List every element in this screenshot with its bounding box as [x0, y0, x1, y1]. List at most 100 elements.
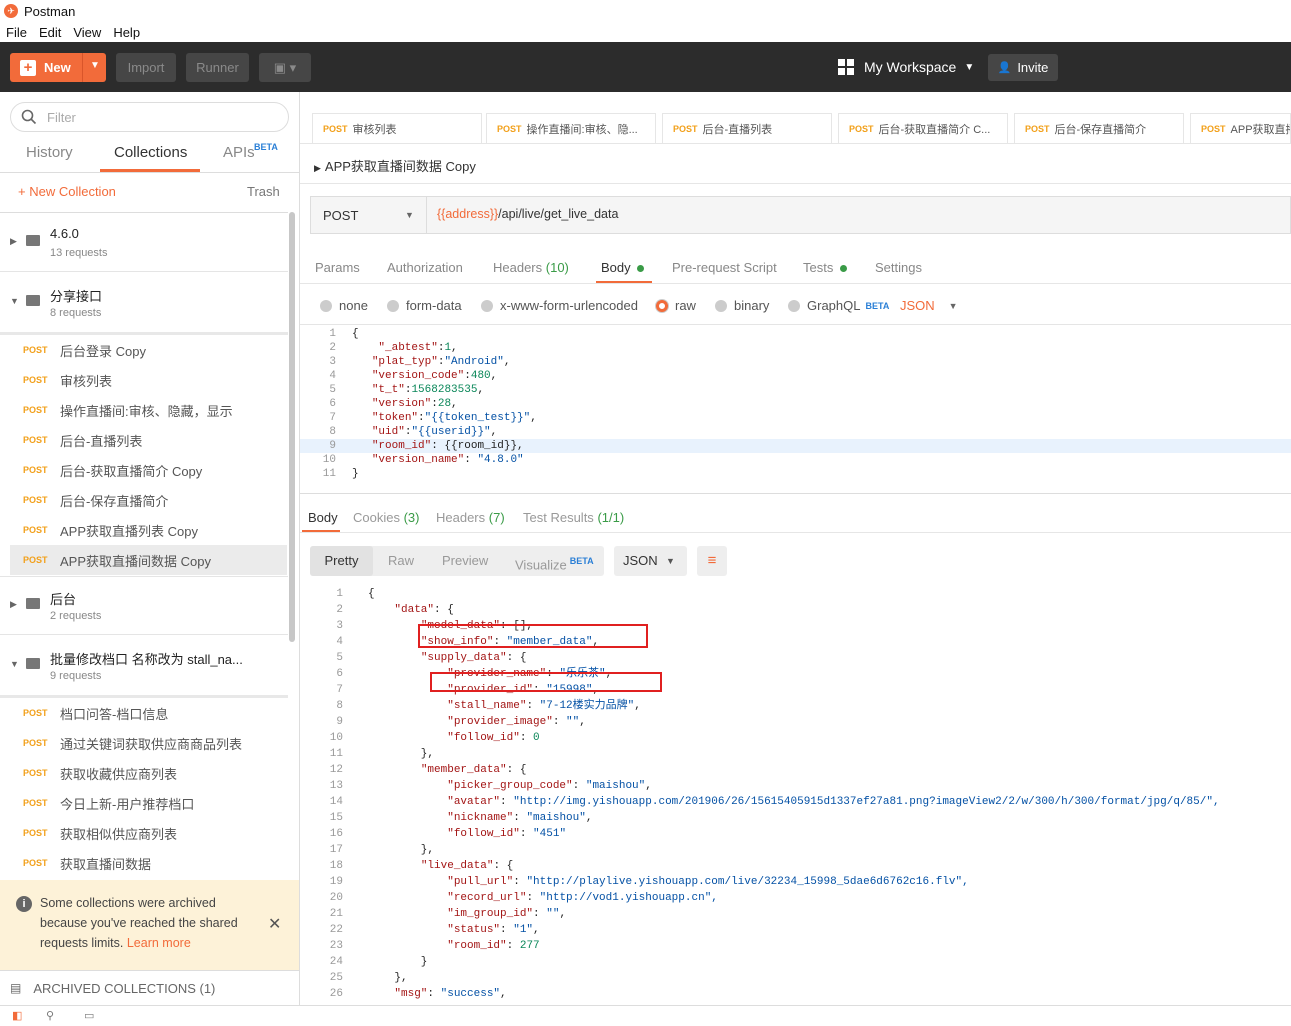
collection-folder[interactable]: ▼ 批量修改档口 名称改为 stall_na... 9 requests	[0, 637, 288, 695]
code-line: 3 "plat_typ":"Android",	[329, 356, 511, 368]
learn-more-link[interactable]: Learn more	[127, 936, 191, 950]
sidebar: Filter History Collections APIs BETA + N…	[0, 92, 300, 1005]
tab-tests[interactable]: Tests	[803, 260, 847, 275]
radio-graphql[interactable]: GraphQL BETA	[788, 298, 889, 313]
close-icon[interactable]: ✕	[268, 914, 281, 934]
request-item[interactable]: POST 后台登录 Copy	[10, 335, 287, 365]
code-line: 18 "live_data": {	[329, 860, 514, 872]
chevron-right-icon: ▶	[314, 163, 321, 173]
request-item[interactable]: POST APP获取直播列表 Copy	[10, 515, 287, 545]
sidebar-tabs: History Collections APIs BETA	[0, 142, 300, 174]
code-line: 10 "version_name": "4.8.0"	[322, 454, 524, 466]
request-tab[interactable]: POST 后台-获取直播简介 C...	[838, 113, 1008, 143]
trash-link[interactable]: Trash	[247, 184, 280, 199]
archived-collections[interactable]: ▤ ARCHIVED COLLECTIONS (1)	[0, 970, 299, 1005]
collection-folder[interactable]: ▼ 分享接口 8 requests	[0, 274, 288, 332]
code-line: 25 },	[329, 972, 408, 984]
menu-edit[interactable]: Edit	[39, 25, 61, 40]
collection-folder[interactable]: ▶ 4.6.0 13 requests	[0, 214, 288, 272]
radio-raw[interactable]: raw	[656, 298, 696, 313]
tab-prerequest[interactable]: Pre-request Script	[672, 260, 777, 275]
format-select[interactable]: JSON ▼	[900, 298, 958, 313]
tab-apis[interactable]: APIs	[223, 144, 255, 161]
code-line: 12 "member_data": {	[329, 764, 527, 776]
filter-input[interactable]: Filter	[10, 102, 289, 132]
request-tab[interactable]: POST 操作直播间:审核、隐...	[486, 113, 656, 143]
tab-params[interactable]: Params	[315, 260, 360, 275]
radio-urlencoded[interactable]: x-www-form-urlencoded	[481, 298, 638, 313]
request-item[interactable]: POST 后台-直播列表	[10, 425, 287, 455]
request-tab[interactable]: POST APP获取直播	[1190, 113, 1291, 143]
request-item[interactable]: POST 档口问答-档口信息	[10, 698, 287, 728]
collection-folder[interactable]: ▶ 后台 2 requests	[0, 577, 288, 635]
request-item[interactable]: POST 获取相似供应商列表	[10, 818, 287, 848]
wrap-lines-icon[interactable]: ≡	[697, 546, 727, 576]
sidebar-toggle-icon[interactable]: ◧	[12, 1009, 22, 1022]
response-view-group: Pretty Raw Preview Visualize BETA	[310, 546, 604, 576]
runner-button[interactable]: Runner	[186, 53, 249, 82]
response-body-viewer[interactable]: 1{2 "data": {3 "model_data": [], 4 "show_…	[300, 586, 1291, 1005]
request-title-row[interactable]: ▶ APP获取直播间数据 Copy	[314, 156, 476, 175]
request-tab[interactable]: POST 后台-保存直播简介	[1014, 113, 1184, 143]
request-item-selected[interactable]: POST APP获取直播间数据 Copy	[10, 545, 287, 575]
info-icon: i	[16, 896, 32, 912]
folder-icon	[26, 295, 40, 306]
request-item[interactable]: POST 审核列表	[10, 365, 287, 395]
code-line: 26 "msg": "success",	[329, 988, 507, 1000]
new-window-button[interactable]: ▣ ▾	[259, 53, 311, 82]
code-line: 1{	[336, 588, 375, 600]
code-line: 5 "t_t":1568283535,	[329, 384, 485, 396]
radio-form-data[interactable]: form-data	[387, 298, 462, 313]
tab-collections[interactable]: Collections	[114, 144, 187, 161]
request-body-editor[interactable]: 1{2 "_abtest":1, 3 "plat_typ":"Android", 4…	[300, 324, 1291, 494]
workspace-selector[interactable]: My Workspace ▼	[838, 59, 974, 75]
search-icon[interactable]: ⚲	[46, 1009, 54, 1022]
postman-logo-icon: ✈	[4, 4, 18, 18]
highlight-box-provider-id	[430, 672, 662, 692]
request-item[interactable]: POST 通过关键词获取供应商商品列表	[10, 728, 287, 758]
tab-history[interactable]: History	[26, 144, 73, 161]
header-toolbar: + New ▼ Import Runner ▣ ▾ My Workspace ▼…	[0, 42, 1291, 92]
response-format-select[interactable]: JSON ▼	[614, 546, 687, 576]
visualize-button[interactable]: Visualize BETA	[515, 546, 594, 580]
request-item[interactable]: POST 后台-获取直播简介 Copy	[10, 455, 287, 485]
raw-button[interactable]: Raw	[388, 546, 414, 576]
radio-none[interactable]: none	[320, 298, 368, 313]
status-bar: ◧ ⚲ ▭	[0, 1005, 1291, 1026]
url-input[interactable]: {{address}}/api/live/get_live_data	[437, 207, 618, 221]
code-line: 13 "picker_group_code": "maishou",	[329, 780, 652, 792]
code-line: 9 "room_id": {{room_id}},	[300, 439, 1291, 453]
import-button[interactable]: Import	[116, 53, 176, 82]
request-tab[interactable]: POST 审核列表	[312, 113, 482, 143]
chevron-down-icon: ▼	[405, 210, 414, 220]
chevron-down-icon[interactable]: ▼	[90, 60, 100, 71]
preview-button[interactable]: Preview	[442, 546, 488, 576]
radio-binary[interactable]: binary	[715, 298, 769, 313]
request-item[interactable]: POST 获取直播间数据	[10, 848, 287, 878]
tab-headers[interactable]: Headers (10)	[493, 260, 569, 275]
menu-view[interactable]: View	[73, 25, 101, 40]
method-select[interactable]: POST ▼	[311, 197, 427, 233]
new-collection-button[interactable]: + New Collection	[18, 184, 116, 199]
tab-body[interactable]: Body	[601, 260, 645, 275]
resp-tab-tests[interactable]: Test Results (1/1)	[523, 510, 624, 525]
request-item[interactable]: POST 后台-保存直播简介	[10, 485, 287, 515]
resp-tab-cookies[interactable]: Cookies (3)	[353, 510, 419, 525]
tab-authorization[interactable]: Authorization	[387, 260, 463, 275]
sidebar-scrollbar[interactable]	[289, 212, 295, 642]
resp-tab-body[interactable]: Body	[308, 510, 338, 525]
invite-button[interactable]: 👤 Invite	[988, 54, 1058, 81]
archive-notice: i Some collections were archived because…	[0, 880, 299, 970]
new-button[interactable]: + New ▼	[10, 53, 106, 82]
request-tab[interactable]: POST 后台-直播列表	[662, 113, 832, 143]
menu-file[interactable]: File	[6, 25, 27, 40]
request-item[interactable]: POST 操作直播间:审核、隐藏，显示	[10, 395, 287, 425]
code-line: 4 "version_code":480,	[329, 370, 498, 382]
resp-tab-headers[interactable]: Headers (7)	[436, 510, 505, 525]
menu-help[interactable]: Help	[113, 25, 140, 40]
request-item[interactable]: POST 获取收藏供应商列表	[10, 758, 287, 788]
pretty-button[interactable]: Pretty	[310, 546, 373, 576]
console-icon[interactable]: ▭	[84, 1009, 94, 1022]
tab-settings[interactable]: Settings	[875, 260, 922, 275]
request-item[interactable]: POST 今日上新-用户推荐档口	[10, 788, 287, 818]
